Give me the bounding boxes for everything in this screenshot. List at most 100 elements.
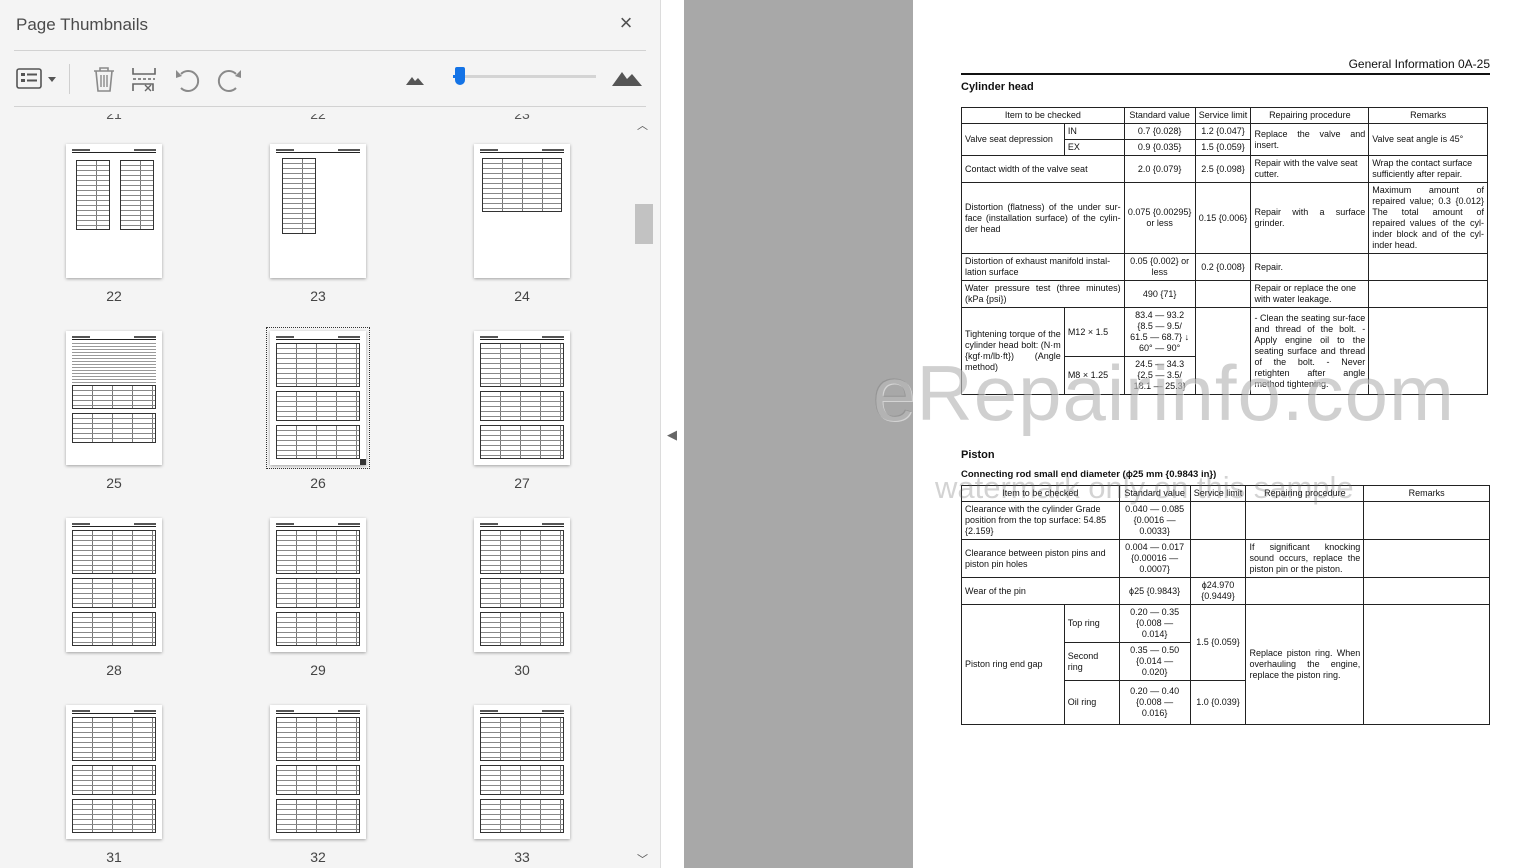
rotate-clockwise-button[interactable] xyxy=(214,64,244,94)
piston-table: Item to be checked Standard value Servic… xyxy=(961,485,1490,725)
close-panel-button[interactable]: × xyxy=(614,11,638,35)
table-row: Contact width of the valve seat 2.0 {0.0… xyxy=(961,155,1488,183)
table-cell: 0.7 {0.028} xyxy=(1123,123,1196,140)
section-title-cylinder-head: Cylinder head xyxy=(961,81,1034,93)
header-cell: Item to be checked xyxy=(961,485,1120,502)
page-thumbnail[interactable] xyxy=(474,331,570,465)
insert-page-button[interactable] xyxy=(131,64,159,94)
thumbnail-content xyxy=(276,765,360,795)
thumbnail-content xyxy=(72,799,156,833)
thumbnail-content xyxy=(480,336,498,338)
thumbnail-content xyxy=(480,339,564,340)
mountain-large-icon xyxy=(612,72,642,86)
page-thumbnail[interactable] xyxy=(270,144,366,278)
page-thumbnail[interactable] xyxy=(66,331,162,465)
panel-splitter[interactable]: ◀ xyxy=(662,0,684,868)
thumbnail-content xyxy=(72,343,156,383)
thumbnail-scrollbar[interactable]: ︿ ﹀ xyxy=(633,114,655,868)
table-cell xyxy=(1189,501,1247,540)
table-cell: 0.05 {0.002} or less xyxy=(1123,253,1196,281)
thumbnail-content xyxy=(134,336,156,338)
page-thumbnail[interactable] xyxy=(66,518,162,652)
thumbnail-page-number: 26 xyxy=(310,475,326,491)
thumbnail-content xyxy=(72,149,90,151)
table-row: Clearance with the cylinder Grade positi… xyxy=(961,501,1490,540)
table-cell: 2.5 {0.098} xyxy=(1194,155,1252,183)
divider xyxy=(14,50,646,51)
page-thumbnail[interactable] xyxy=(474,144,570,278)
thumbnail-content xyxy=(480,149,498,151)
thumbnail-content xyxy=(276,526,360,527)
mountain-small-icon xyxy=(406,77,424,85)
thumbnail-content xyxy=(480,612,564,646)
table-cell xyxy=(1363,604,1490,725)
table-cell xyxy=(1363,501,1490,540)
thumbnail-content xyxy=(480,523,498,525)
thumbnail-content xyxy=(276,149,294,151)
thumbnail-content xyxy=(134,710,156,712)
thumbnail-options-button[interactable] xyxy=(16,64,58,94)
page-thumbnail[interactable] xyxy=(66,705,162,839)
table-cell: Tightening torque of the cylinder head b… xyxy=(961,307,1065,395)
table-cell: EX xyxy=(1063,139,1125,156)
page-thumbnail[interactable] xyxy=(66,144,162,278)
thumbnail-content xyxy=(72,578,156,608)
scroll-down-arrow-icon[interactable]: ﹀ xyxy=(637,851,648,867)
table-cell: M12 × 1.5 xyxy=(1063,307,1125,357)
thumbnail-size-slider[interactable] xyxy=(453,67,596,85)
table-header-row: Item to be checked Standard value Servic… xyxy=(961,485,1490,502)
thumbnail-content xyxy=(72,385,156,409)
slider-handle[interactable] xyxy=(455,67,466,85)
scroll-up-arrow-icon[interactable]: ︿ xyxy=(637,117,648,133)
table-cell: ϕ24.970 {0.9449} xyxy=(1189,577,1247,605)
page-thumbnail[interactable] xyxy=(270,518,366,652)
header-cell: Repairing procedure xyxy=(1250,107,1370,124)
delete-pages-button[interactable] xyxy=(90,64,118,94)
scrollbar-thumb[interactable] xyxy=(635,204,653,244)
header-cell: Standard value xyxy=(1123,107,1196,124)
table-cell: ϕ25 {0.9843} xyxy=(1118,577,1191,605)
thumbnail-content xyxy=(276,523,294,525)
thumbnail-page-number: 31 xyxy=(106,849,122,865)
table-cell: Top ring xyxy=(1063,604,1120,643)
table-cell: 0.20 — 0.35 {0.008 — 0.014} xyxy=(1118,604,1191,643)
thumbnail-content xyxy=(276,530,360,574)
table-cell: Wear of the pin xyxy=(961,577,1120,605)
header-cell: Standard value xyxy=(1118,485,1191,502)
table-row: Piston ring end gap Top ring 0.20 — 0.35… xyxy=(961,604,1490,725)
collapse-panel-arrow-icon[interactable]: ◀ xyxy=(667,427,677,443)
divider xyxy=(14,106,646,107)
thumbnail-page-number: 33 xyxy=(514,849,530,865)
table-cell: - Clean the seating sur-face and thread … xyxy=(1250,307,1370,395)
table-row: Tightening torque of the cylinder head b… xyxy=(961,307,1488,395)
thumbnail-content xyxy=(480,343,564,387)
thumbnail-content xyxy=(276,152,360,153)
thumbnail-content xyxy=(480,391,564,421)
thumbnail-content xyxy=(72,765,156,795)
thumbnail-content xyxy=(282,158,316,234)
page-thumbnail[interactable] xyxy=(270,705,366,839)
page-thumbnail[interactable] xyxy=(474,705,570,839)
table-cell: 490 {71} xyxy=(1123,280,1196,308)
thumbnail-content xyxy=(276,799,360,833)
table-cell xyxy=(1368,280,1488,308)
table-row: Valve seat depression IN 0.7 {0.028} 1.2… xyxy=(961,123,1488,156)
page-thumbnail[interactable] xyxy=(474,518,570,652)
thumbnail-content xyxy=(480,717,564,761)
thumbnails-toolbar xyxy=(0,56,661,102)
thumbnail-content xyxy=(542,523,564,525)
thumbnail-content xyxy=(276,717,360,761)
zoom-out-thumbnails-button[interactable] xyxy=(404,64,426,94)
page-thumbnail[interactable] xyxy=(266,327,370,469)
table-cell xyxy=(1194,307,1252,395)
cylinder-head-table: Item to be checked Standard value Servic… xyxy=(961,107,1488,395)
thumbnail-content xyxy=(120,160,154,230)
thumbnail-content xyxy=(134,523,156,525)
rotate-counterclockwise-button[interactable] xyxy=(173,64,203,94)
header-cell: Item to be checked xyxy=(961,107,1125,124)
table-cell: Repair with the valve seat cutter. xyxy=(1250,155,1370,183)
zoom-in-thumbnails-button[interactable] xyxy=(611,64,643,94)
thumbnail-content xyxy=(276,339,360,340)
thumbnail-content xyxy=(72,523,90,525)
panel-title: Page Thumbnails xyxy=(16,15,148,34)
